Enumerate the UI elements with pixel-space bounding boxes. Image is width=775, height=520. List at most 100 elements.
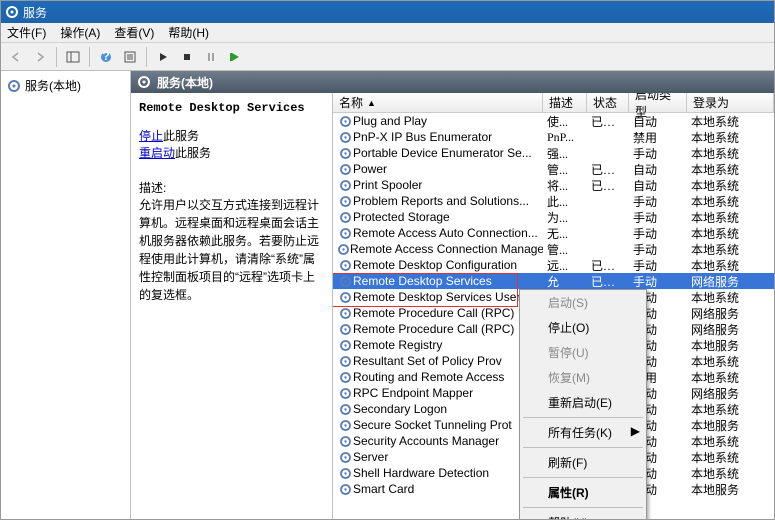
stop-service-button[interactable] <box>176 46 198 68</box>
column-logon-as[interactable]: 登录为 <box>687 93 774 112</box>
service-status: 已启动 <box>587 113 629 130</box>
service-logon: 本地系统 <box>687 177 774 194</box>
show-hide-tree-button[interactable] <box>62 46 84 68</box>
service-row[interactable]: Problem Reports and Solutions...此...手动本地… <box>333 193 774 209</box>
service-name: Remote Procedure Call (RPC) <box>353 322 514 336</box>
navigation-tree: 服务(本地) <box>1 71 131 519</box>
service-desc: 强... <box>543 145 587 162</box>
service-startup: 自动 <box>629 113 687 130</box>
ctx-resume[interactable]: 恢复(M) <box>520 365 646 390</box>
service-name: Routing and Remote Access <box>353 370 504 384</box>
service-logon: 本地系统 <box>687 369 774 386</box>
toolbar-separator <box>146 47 147 67</box>
service-logon: 本地系统 <box>687 241 774 258</box>
service-desc: 管... <box>543 241 587 258</box>
toolbar-separator <box>89 47 90 67</box>
properties-button[interactable] <box>119 46 141 68</box>
forward-button[interactable] <box>29 46 51 68</box>
gear-icon <box>137 75 151 89</box>
menu-action[interactable]: 操作(A) <box>60 24 100 41</box>
service-description: 允许用户以交互方式连接到远程计算机。远程桌面和远程桌面会话主机服务器依赖此服务。… <box>139 196 324 304</box>
service-name: Power <box>353 162 387 176</box>
service-name: Remote Desktop Services <box>353 274 492 288</box>
service-logon: 本地系统 <box>687 209 774 226</box>
service-name: Protected Storage <box>353 210 450 224</box>
service-row[interactable]: Print Spooler将...已启动自动本地系统 <box>333 177 774 193</box>
back-button[interactable] <box>5 46 27 68</box>
column-startup-type[interactable]: 启动类型 <box>629 93 687 112</box>
gear-icon <box>337 419 353 432</box>
service-logon: 本地系统 <box>687 433 774 450</box>
ctx-properties[interactable]: 属性(R) <box>520 480 646 505</box>
service-logon: 本地系统 <box>687 113 774 130</box>
service-row[interactable]: PnP-X IP Bus EnumeratorPnP...禁用本地系统 <box>333 129 774 145</box>
gear-icon <box>337 131 353 144</box>
service-status: 已启动 <box>587 257 629 274</box>
selected-service-name: Remote Desktop Services <box>139 101 324 115</box>
toolbar: ? <box>1 43 774 71</box>
service-row[interactable]: Portable Device Enumerator Se...强...手动本地… <box>333 145 774 161</box>
ctx-all-tasks[interactable]: 所有任务(K)▶ <box>520 420 646 445</box>
gear-icon <box>337 435 353 448</box>
gear-icon <box>337 307 353 320</box>
service-desc: 管... <box>543 161 587 178</box>
description-label: 描述: <box>139 179 324 196</box>
gear-icon <box>337 371 353 384</box>
stop-link[interactable]: 停止 <box>139 129 163 143</box>
service-name: RPC Endpoint Mapper <box>353 386 473 400</box>
service-logon: 网络服务 <box>687 305 774 322</box>
menu-view[interactable]: 查看(V) <box>114 24 154 41</box>
ctx-refresh[interactable]: 刷新(F) <box>520 450 646 475</box>
service-name: Problem Reports and Solutions... <box>353 194 529 208</box>
service-status: 已启动 <box>587 161 629 178</box>
ctx-pause[interactable]: 暂停(U) <box>520 340 646 365</box>
service-row[interactable]: Remote Desktop Configuration远...已启动手动本地系… <box>333 257 774 273</box>
restart-service-button[interactable] <box>224 46 246 68</box>
service-desc: PnP... <box>543 130 587 145</box>
pause-service-button[interactable] <box>200 46 222 68</box>
help-button[interactable]: ? <box>95 46 117 68</box>
service-startup: 手动 <box>629 241 687 258</box>
ctx-stop[interactable]: 停止(O) <box>520 315 646 340</box>
ctx-start[interactable]: 启动(S) <box>520 290 646 315</box>
service-name: Server <box>353 450 388 464</box>
service-desc: 无... <box>543 225 587 242</box>
ctx-help[interactable]: 帮助(H) <box>520 510 646 519</box>
service-startup: 自动 <box>629 161 687 178</box>
right-pane: 服务(本地) Remote Desktop Services 停止此服务 重启动… <box>131 71 774 519</box>
column-name[interactable]: 名称 ▲ <box>333 93 543 112</box>
service-logon: 网络服务 <box>687 273 774 290</box>
svg-text:?: ? <box>102 50 109 63</box>
service-detail-panel: Remote Desktop Services 停止此服务 重启动此服务 描述:… <box>131 93 333 519</box>
tree-item-services-local[interactable]: 服务(本地) <box>5 75 126 96</box>
gear-icon <box>337 115 353 128</box>
service-row[interactable]: Protected Storage为...手动本地系统 <box>333 209 774 225</box>
service-startup: 自动 <box>629 177 687 194</box>
service-row[interactable]: Power管...已启动自动本地系统 <box>333 161 774 177</box>
service-row[interactable]: Remote Access Auto Connection...无...手动本地… <box>333 225 774 241</box>
gear-icon <box>337 403 353 416</box>
column-description[interactable]: 描述 <box>543 93 587 112</box>
service-name: Shell Hardware Detection <box>353 466 489 480</box>
service-name: Portable Device Enumerator Se... <box>353 146 532 160</box>
service-logon: 本地系统 <box>687 465 774 482</box>
service-row[interactable]: Plug and Play使...已启动自动本地系统 <box>333 113 774 129</box>
service-row[interactable]: Remote Access Connection Manager管...手动本地… <box>333 241 774 257</box>
start-service-button[interactable] <box>152 46 174 68</box>
service-startup: 手动 <box>629 273 687 290</box>
service-logon: 本地服务 <box>687 481 774 498</box>
gear-icon <box>7 79 21 93</box>
ctx-restart[interactable]: 重新启动(E) <box>520 390 646 415</box>
service-logon: 本地系统 <box>687 193 774 210</box>
service-name: Security Accounts Manager <box>353 434 499 448</box>
restart-link[interactable]: 重启动 <box>139 146 175 160</box>
menu-help[interactable]: 帮助(H) <box>168 24 209 41</box>
column-status[interactable]: 状态 <box>587 93 629 112</box>
service-desc: 允 <box>543 273 587 290</box>
service-row[interactable]: Remote Desktop Services允已启动手动网络服务 <box>333 273 774 289</box>
service-logon: 本地服务 <box>687 337 774 354</box>
menu-file[interactable]: 文件(F) <box>7 24 46 41</box>
gear-icon <box>337 243 350 256</box>
gear-icon <box>337 355 353 368</box>
pane-title: 服务(本地) <box>157 74 213 91</box>
